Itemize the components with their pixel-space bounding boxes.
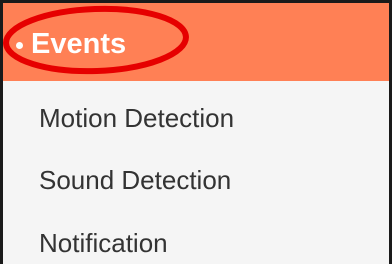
events-menu: Events Motion Detection Sound Detection …	[0, 0, 392, 264]
menu-header-events[interactable]: Events	[3, 3, 389, 81]
menu-item-motion-detection[interactable]: Motion Detection	[3, 88, 389, 148]
menu-header-label: Events	[31, 28, 127, 60]
bullet-icon	[16, 42, 23, 49]
menu-item-notification[interactable]: Notification	[3, 213, 389, 264]
menu-item-sound-detection[interactable]: Sound Detection	[3, 150, 389, 210]
